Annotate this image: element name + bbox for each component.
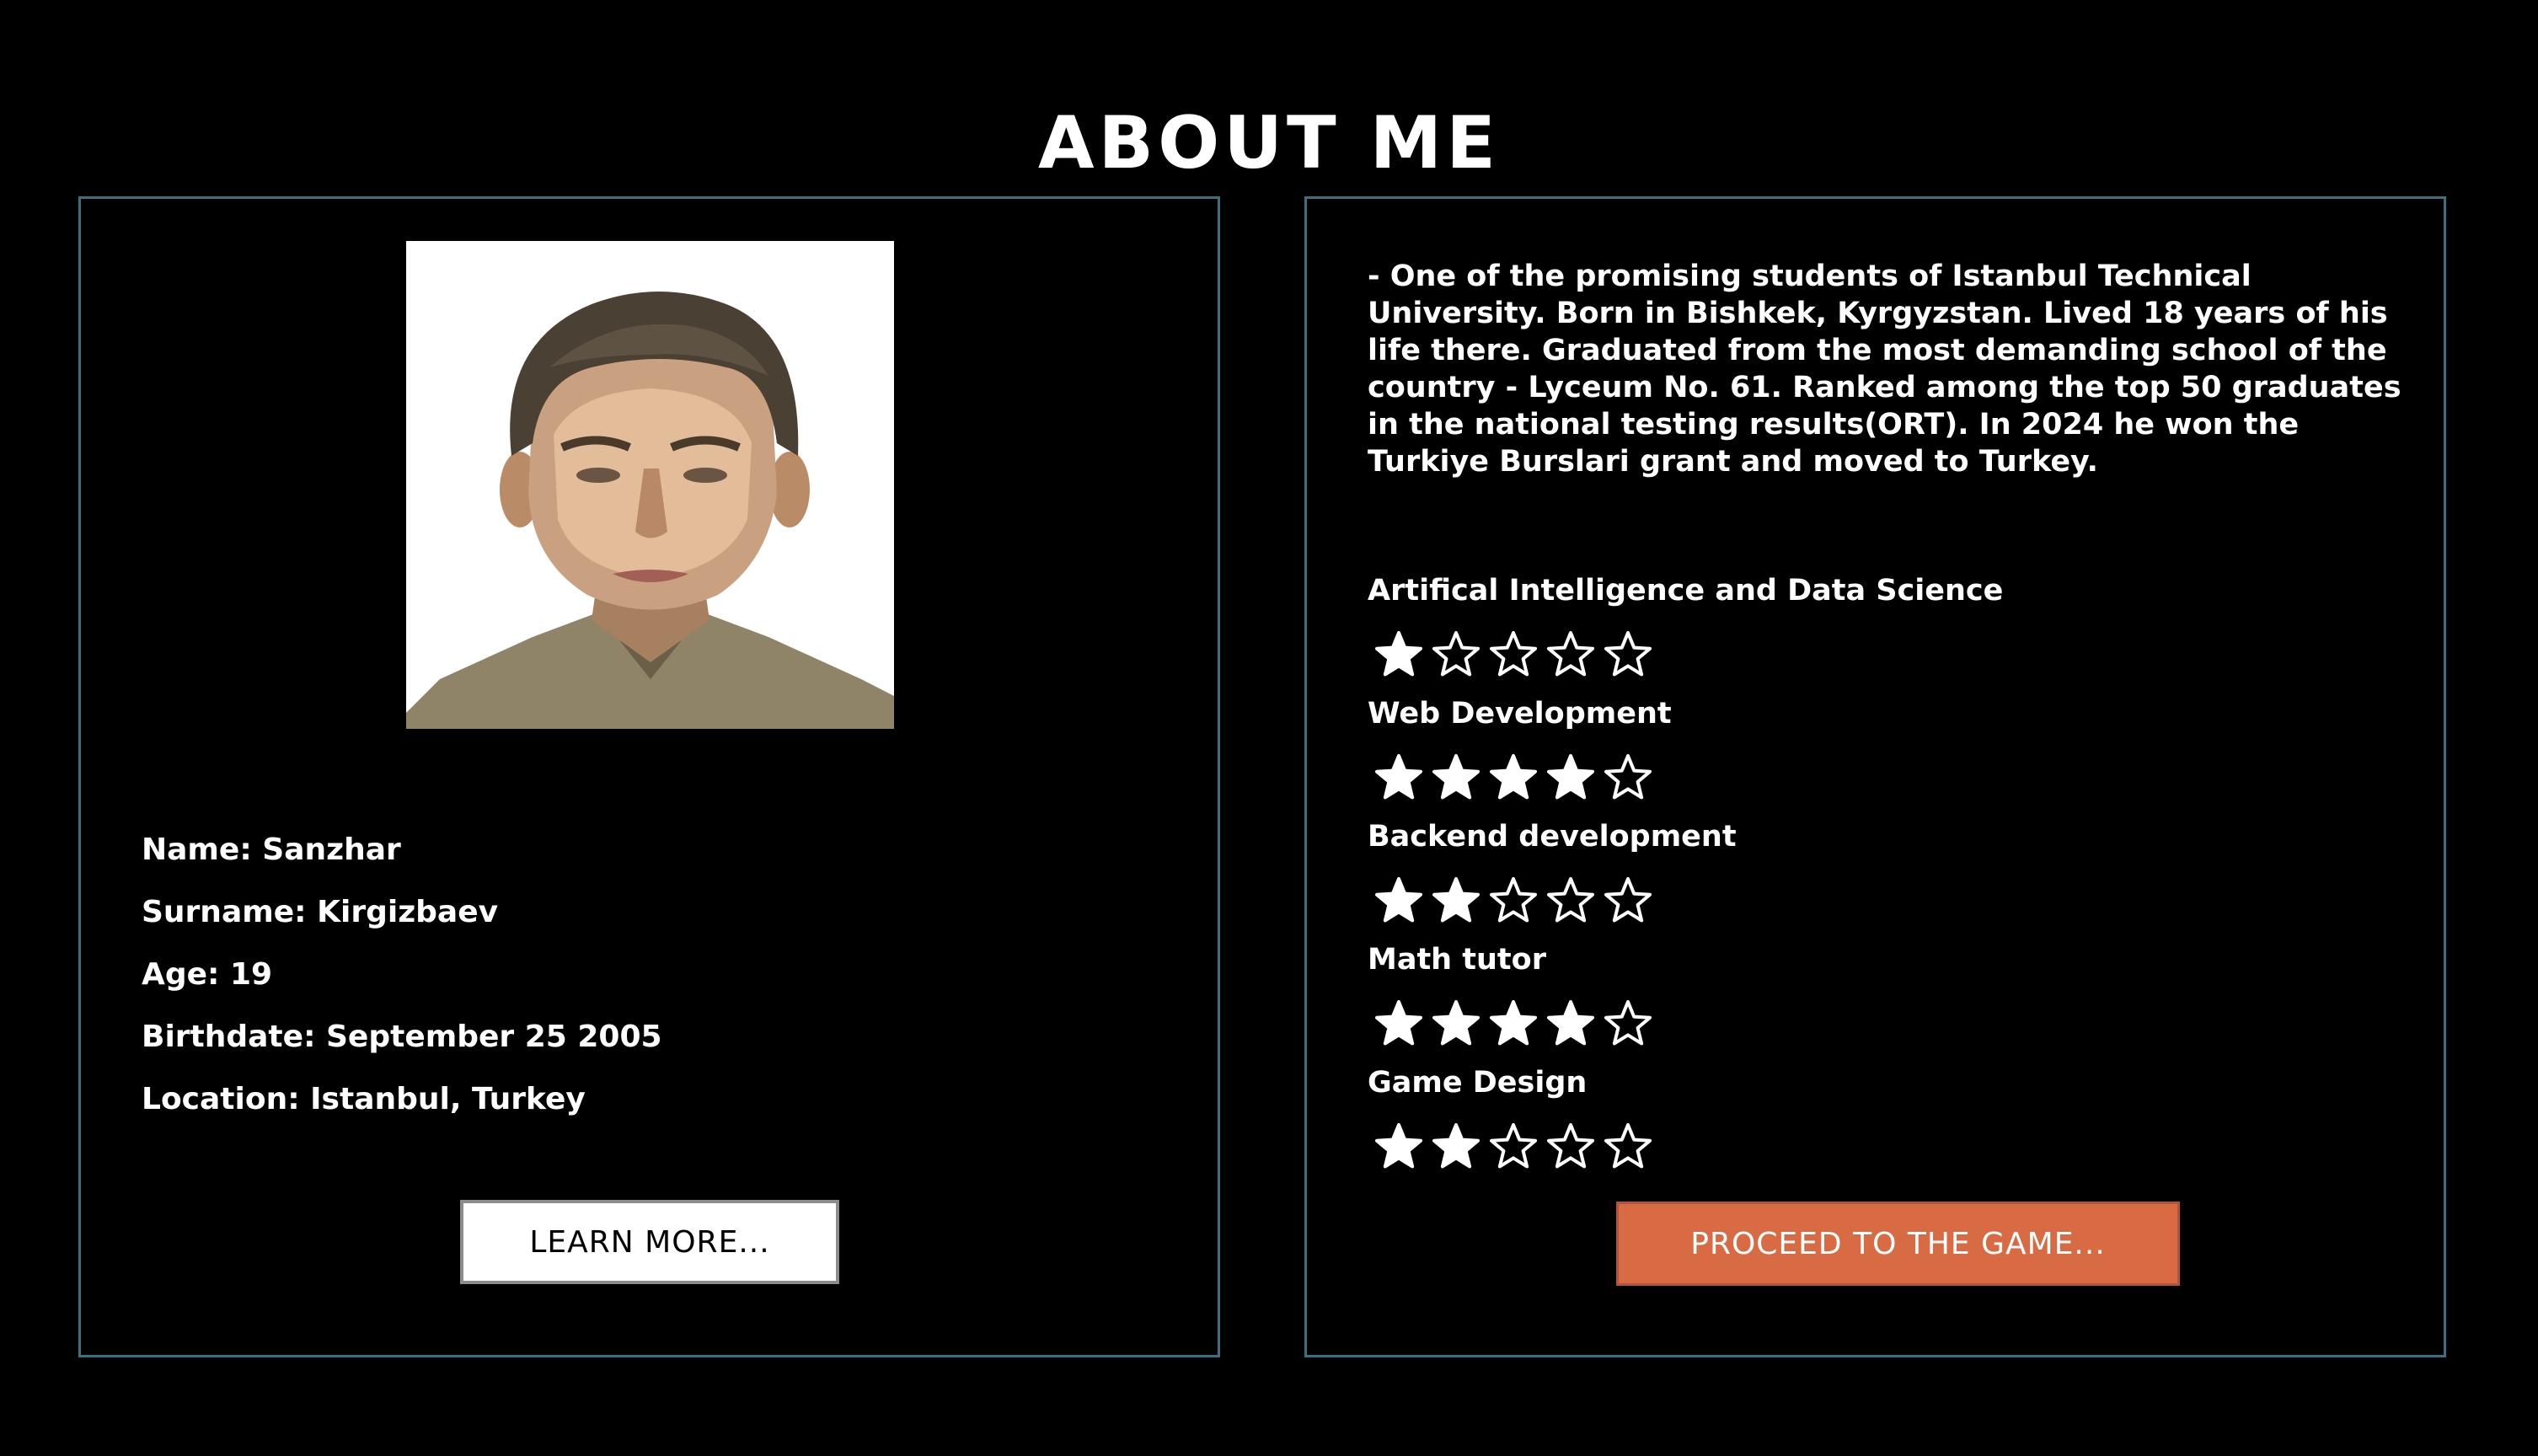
skill-name: Math tutor <box>1368 943 1546 977</box>
star-filled-icon <box>1432 1123 1480 1169</box>
star-empty-icon <box>1490 631 1537 677</box>
skill-rating <box>1368 1122 2379 1175</box>
star-filled-icon <box>1547 1000 1594 1046</box>
proceed-to-game-button[interactable]: PROCEED TO THE GAME... <box>1616 1202 2180 1286</box>
skill-item: Game Design <box>1368 1062 2379 1185</box>
info-value: September 25 2005 <box>326 1020 662 1054</box>
skill-item: Web Development <box>1368 693 2379 816</box>
star-filled-icon <box>1375 877 1422 923</box>
star-filled-icon <box>1490 754 1537 800</box>
star-empty-icon <box>1604 754 1652 800</box>
info-label: Location <box>142 1082 310 1116</box>
info-label: Name <box>142 832 262 867</box>
info-name: NameSanzhar <box>142 829 662 891</box>
star-filled-icon <box>1375 754 1422 800</box>
star-empty-icon <box>1604 877 1652 923</box>
info-label: Surname <box>142 895 317 929</box>
skill-name: Web Development <box>1368 697 1672 731</box>
star-empty-icon <box>1547 1123 1594 1169</box>
skill-rating <box>1368 753 2379 806</box>
star-filled-icon <box>1547 754 1594 800</box>
info-label: Birthdate <box>142 1020 326 1054</box>
info-value: 19 <box>229 957 273 992</box>
skill-item: Backend development <box>1368 816 2379 939</box>
about-panel: - One of the promising students of Istan… <box>1304 196 2446 1357</box>
star-filled-icon <box>1375 1000 1422 1046</box>
info-surname: SurnameKirgizbaev <box>142 891 662 954</box>
star-filled-icon <box>1490 1000 1537 1046</box>
star-empty-icon <box>1490 1123 1537 1169</box>
star-empty-icon <box>1604 631 1652 677</box>
skill-name: Game Design <box>1368 1066 1588 1100</box>
star-empty-icon <box>1490 877 1537 923</box>
star-filled-icon <box>1375 631 1422 677</box>
skill-item: Artifical Intelligence and Data Science <box>1368 570 2379 693</box>
star-filled-icon <box>1432 754 1480 800</box>
profile-portrait <box>406 241 894 729</box>
profile-panel: NameSanzhar SurnameKirgizbaev Age19 Birt… <box>78 196 1220 1357</box>
info-label: Age <box>142 957 230 992</box>
skill-rating <box>1368 630 2379 682</box>
learn-more-button[interactable]: LEARN MORE... <box>460 1200 839 1284</box>
star-filled-icon <box>1432 1000 1480 1046</box>
info-location: LocationIstanbul, Turkey <box>142 1079 662 1141</box>
star-empty-icon <box>1604 1123 1652 1169</box>
star-filled-icon <box>1432 877 1480 923</box>
skill-item: Math tutor <box>1368 939 2379 1062</box>
skill-name: Backend development <box>1368 820 1737 854</box>
profile-info-list: NameSanzhar SurnameKirgizbaev Age19 Birt… <box>142 829 662 1141</box>
info-value: Sanzhar <box>262 832 401 867</box>
info-value: Kirgizbaev <box>317 895 499 929</box>
page-title: ABOUT ME <box>1038 100 1500 185</box>
skill-rating <box>1368 999 2379 1052</box>
star-filled-icon <box>1375 1123 1422 1169</box>
skill-rating <box>1368 876 2379 929</box>
star-empty-icon <box>1604 1000 1652 1046</box>
info-birthdate: BirthdateSeptember 25 2005 <box>142 1016 662 1079</box>
info-age: Age19 <box>142 954 662 1016</box>
skill-name: Artifical Intelligence and Data Science <box>1368 574 2004 608</box>
star-empty-icon <box>1432 631 1480 677</box>
star-empty-icon <box>1547 631 1594 677</box>
info-value: Istanbul, Turkey <box>310 1082 586 1116</box>
star-empty-icon <box>1547 877 1594 923</box>
skills-list: Artifical Intelligence and Data Science … <box>1368 570 2379 1185</box>
bio-text: - One of the promising students of Istan… <box>1368 260 2401 479</box>
